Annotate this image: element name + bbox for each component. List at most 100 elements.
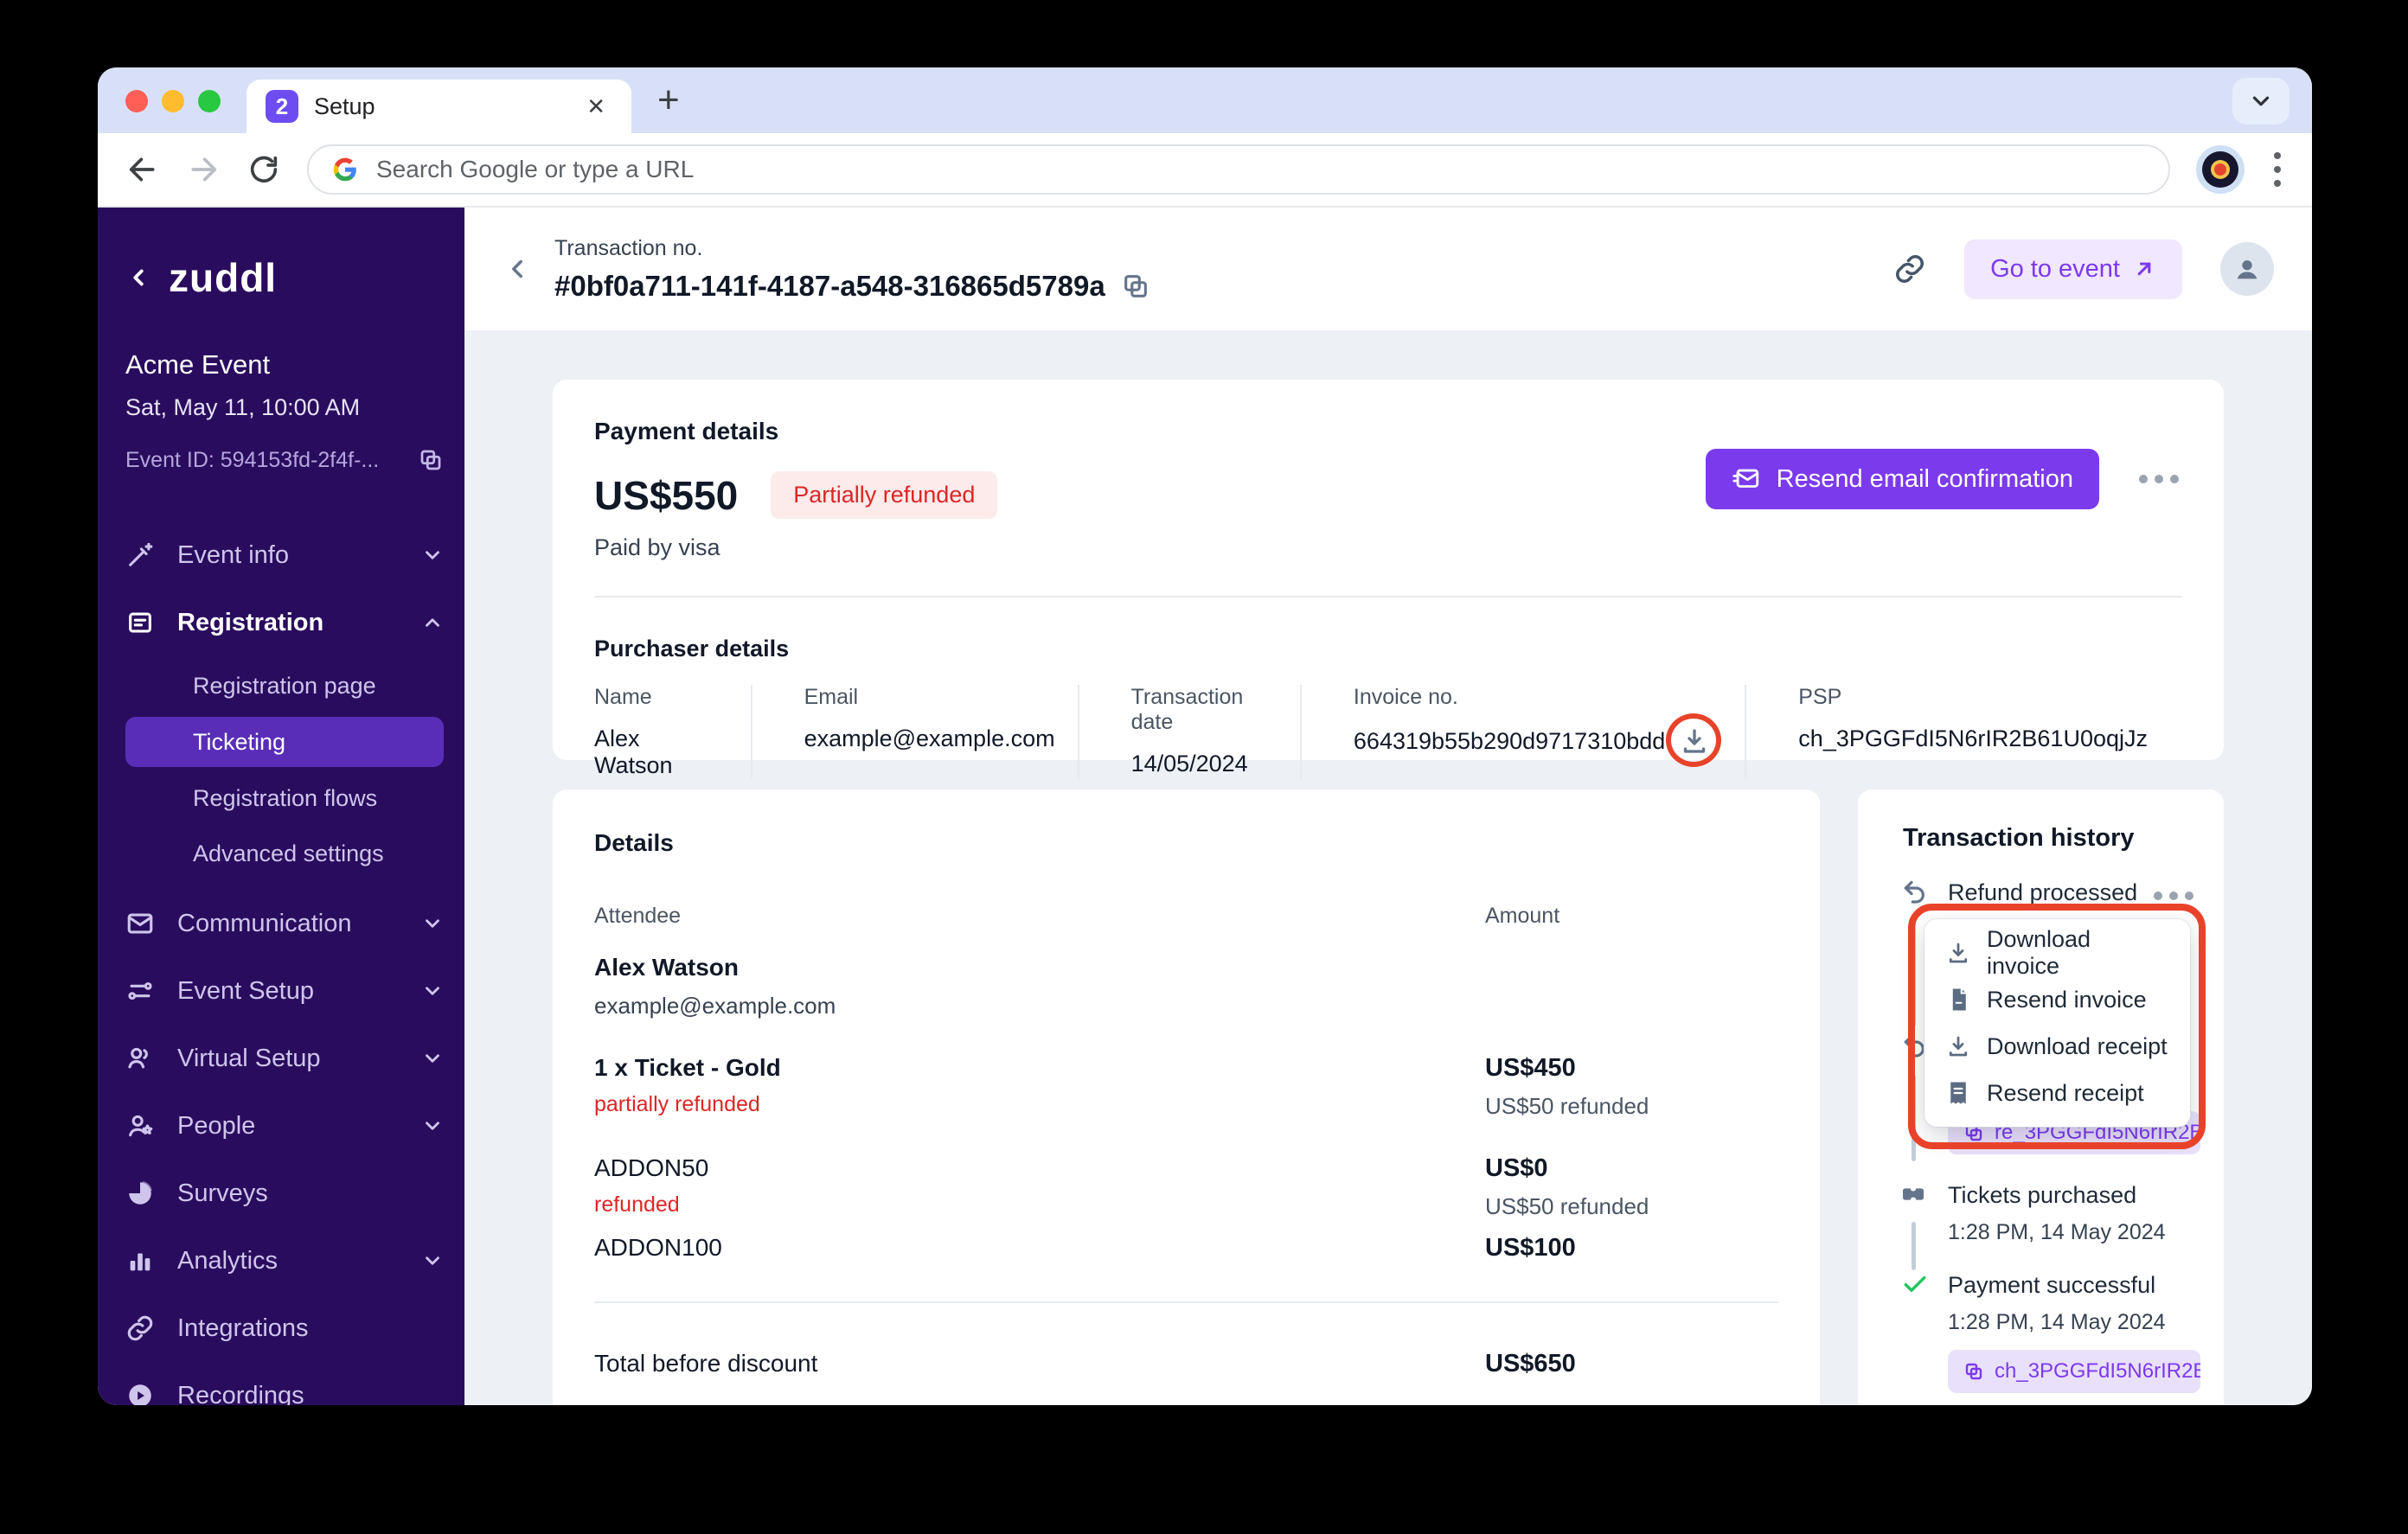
menu-item-download-invoice[interactable]: Download invoice bbox=[1924, 926, 2190, 979]
field-email: Email example@example.com bbox=[750, 685, 1078, 779]
back-icon[interactable] bbox=[125, 152, 160, 187]
field-value: example@example.com bbox=[804, 725, 1055, 751]
forward-icon[interactable] bbox=[186, 152, 221, 187]
payment-successful-label: Payment successful bbox=[1948, 1272, 2156, 1298]
line-item-row: ADDON100 US$100 bbox=[594, 1234, 1778, 1262]
sidebar-item-recordings[interactable]: Recordings bbox=[125, 1362, 444, 1405]
payment-more-menu-icon[interactable] bbox=[2134, 470, 2184, 489]
back-chevron-icon[interactable] bbox=[503, 254, 532, 284]
sidebar-item-registration-page[interactable]: Registration page bbox=[125, 658, 444, 713]
sidebar-item-event-info[interactable]: Event info bbox=[125, 521, 444, 589]
sidebar-item-label: Surveys bbox=[177, 1179, 268, 1207]
go-to-event-button[interactable]: Go to event bbox=[1964, 239, 2182, 299]
main-content: Transaction no. #0bf0a711-141f-4187-a548… bbox=[464, 208, 2312, 1405]
sidebar-item-event-setup[interactable]: Event Setup bbox=[125, 957, 444, 1025]
external-link-icon bbox=[2137, 262, 2151, 276]
sidebar-item-surveys[interactable]: Surveys bbox=[125, 1160, 444, 1227]
go-to-event-label: Go to event bbox=[1990, 254, 2120, 283]
copy-icon[interactable] bbox=[1121, 272, 1150, 301]
details-card: Details Attendee Amount Alex Watson exam… bbox=[553, 789, 1820, 1405]
payment-reference-chip[interactable]: ch_3PGGFdI5N6rIR2B... bbox=[1948, 1350, 2200, 1393]
divider bbox=[594, 1301, 1778, 1303]
check-icon bbox=[1904, 1275, 1926, 1293]
line-item-amount-note: US$50 refunded bbox=[1485, 1093, 1649, 1119]
field-value: Alex Watson bbox=[594, 725, 673, 778]
copy-icon[interactable] bbox=[418, 447, 444, 473]
download-invoice-icon[interactable] bbox=[1666, 713, 1722, 767]
sidebar-item-advanced-settings[interactable]: Advanced settings bbox=[125, 826, 444, 881]
browser-profile-avatar[interactable] bbox=[2196, 145, 2245, 194]
tab-setup[interactable]: 2 Setup ✕ bbox=[247, 80, 631, 133]
line-item-name: ADDON100 bbox=[594, 1234, 722, 1261]
attendee-name: Alex Watson bbox=[594, 954, 739, 981]
event-name: Acme Event bbox=[125, 349, 271, 380]
zoom-window-button[interactable] bbox=[198, 90, 221, 112]
timeline-line bbox=[1912, 1222, 1916, 1270]
sidebar-item-registration[interactable]: Registration bbox=[125, 589, 444, 656]
collapse-sidebar-icon[interactable] bbox=[125, 265, 151, 291]
sidebar-logo-row[interactable]: zuddl bbox=[125, 254, 444, 301]
wand-icon bbox=[129, 542, 153, 566]
new-tab-button[interactable]: + bbox=[657, 81, 680, 119]
menu-item-resend-receipt[interactable]: Resend receipt bbox=[1924, 1070, 2190, 1116]
traffic-lights bbox=[125, 90, 221, 112]
sidebar-item-label: Analytics bbox=[177, 1246, 279, 1275]
timeline-line bbox=[1912, 921, 1916, 1026]
refund-icon bbox=[1904, 880, 1924, 904]
attendee-column-label: Attendee bbox=[594, 904, 682, 928]
pdf-file-icon bbox=[1952, 988, 1966, 1011]
field-label: Transaction date bbox=[1130, 685, 1244, 734]
tickets-purchased-label: Tickets purchased bbox=[1948, 1182, 2137, 1208]
mail-send-icon bbox=[1732, 469, 1758, 488]
users-icon bbox=[128, 1047, 148, 1069]
transaction-title-block: Transaction no. #0bf0a711-141f-4187-a548… bbox=[554, 236, 1150, 303]
sidebar-item-ticketing[interactable]: Ticketing bbox=[125, 717, 444, 767]
refund-more-menu-icon[interactable] bbox=[2149, 886, 2199, 905]
field-transaction-date: Transaction date 14/05/2024 bbox=[1077, 685, 1300, 779]
sidebar-item-integrations[interactable]: Integrations bbox=[125, 1294, 444, 1362]
sidebar-item-label: People bbox=[177, 1111, 256, 1140]
minimize-window-button[interactable] bbox=[162, 90, 184, 112]
menu-item-download-receipt[interactable]: Download receipt bbox=[1924, 1023, 2190, 1070]
field-label: Email bbox=[804, 685, 859, 709]
tab-close-icon[interactable]: ✕ bbox=[580, 90, 612, 124]
browser-menu-icon[interactable] bbox=[2270, 149, 2284, 190]
zuddl-favicon: 2 bbox=[266, 90, 298, 123]
tab-search-chevron-button[interactable] bbox=[2232, 78, 2290, 125]
transaction-no-label: Transaction no. bbox=[554, 235, 703, 260]
copy-link-icon[interactable] bbox=[1893, 252, 1926, 285]
sub-item-label: Registration page bbox=[193, 672, 376, 699]
url-placeholder: Search Google or type a URL bbox=[376, 156, 695, 182]
user-avatar[interactable] bbox=[2220, 242, 2274, 296]
menu-item-label: Download invoice bbox=[1987, 926, 2091, 979]
payment-details-title: Payment details bbox=[594, 418, 779, 444]
menu-item-resend-invoice[interactable]: Resend invoice bbox=[1924, 976, 2190, 1023]
purchaser-fields: Name Alex Watson Email example@example.c… bbox=[594, 685, 2182, 779]
url-bar[interactable]: Search Google or type a URL bbox=[307, 144, 2170, 195]
registration-subnav: Registration page Ticketing Registration… bbox=[125, 658, 444, 881]
close-window-button[interactable] bbox=[125, 90, 148, 112]
sidebar-item-label: Event info bbox=[177, 540, 289, 569]
resend-email-button[interactable]: Resend email confirmation bbox=[1705, 449, 2099, 509]
sidebar-item-people[interactable]: People bbox=[125, 1092, 444, 1160]
transaction-history-card: Transaction history Refund processed re_… bbox=[1858, 789, 2224, 1405]
google-icon bbox=[333, 157, 356, 182]
signpost-icon bbox=[128, 981, 152, 1000]
line-item-amount-note: US$50 refunded bbox=[1485, 1193, 1649, 1219]
download-icon bbox=[1949, 1036, 1968, 1057]
purchaser-details-title: Purchaser details bbox=[594, 636, 790, 662]
tab-title: Setup bbox=[314, 93, 375, 119]
sidebar: zuddl Acme Event Sat, May 11, 10:00 AM E… bbox=[98, 208, 464, 1405]
sidebar-item-analytics[interactable]: Analytics bbox=[125, 1227, 444, 1294]
line-item-note: partially refunded bbox=[594, 1092, 760, 1116]
chevron-down-icon bbox=[426, 919, 439, 928]
sidebar-item-label: Recordings bbox=[177, 1381, 304, 1406]
page-header: Transaction no. #0bf0a711-141f-4187-a548… bbox=[464, 208, 2312, 330]
chevron-down-icon bbox=[426, 1122, 439, 1130]
menu-item-label: Download receipt bbox=[1987, 1032, 2168, 1059]
sidebar-item-virtual-setup[interactable]: Virtual Setup bbox=[125, 1025, 444, 1092]
reload-icon[interactable] bbox=[247, 152, 281, 187]
sidebar-item-communication[interactable]: Communication bbox=[125, 890, 444, 957]
download-icon bbox=[1949, 943, 1968, 963]
sidebar-item-registration-flows[interactable]: Registration flows bbox=[125, 770, 444, 826]
